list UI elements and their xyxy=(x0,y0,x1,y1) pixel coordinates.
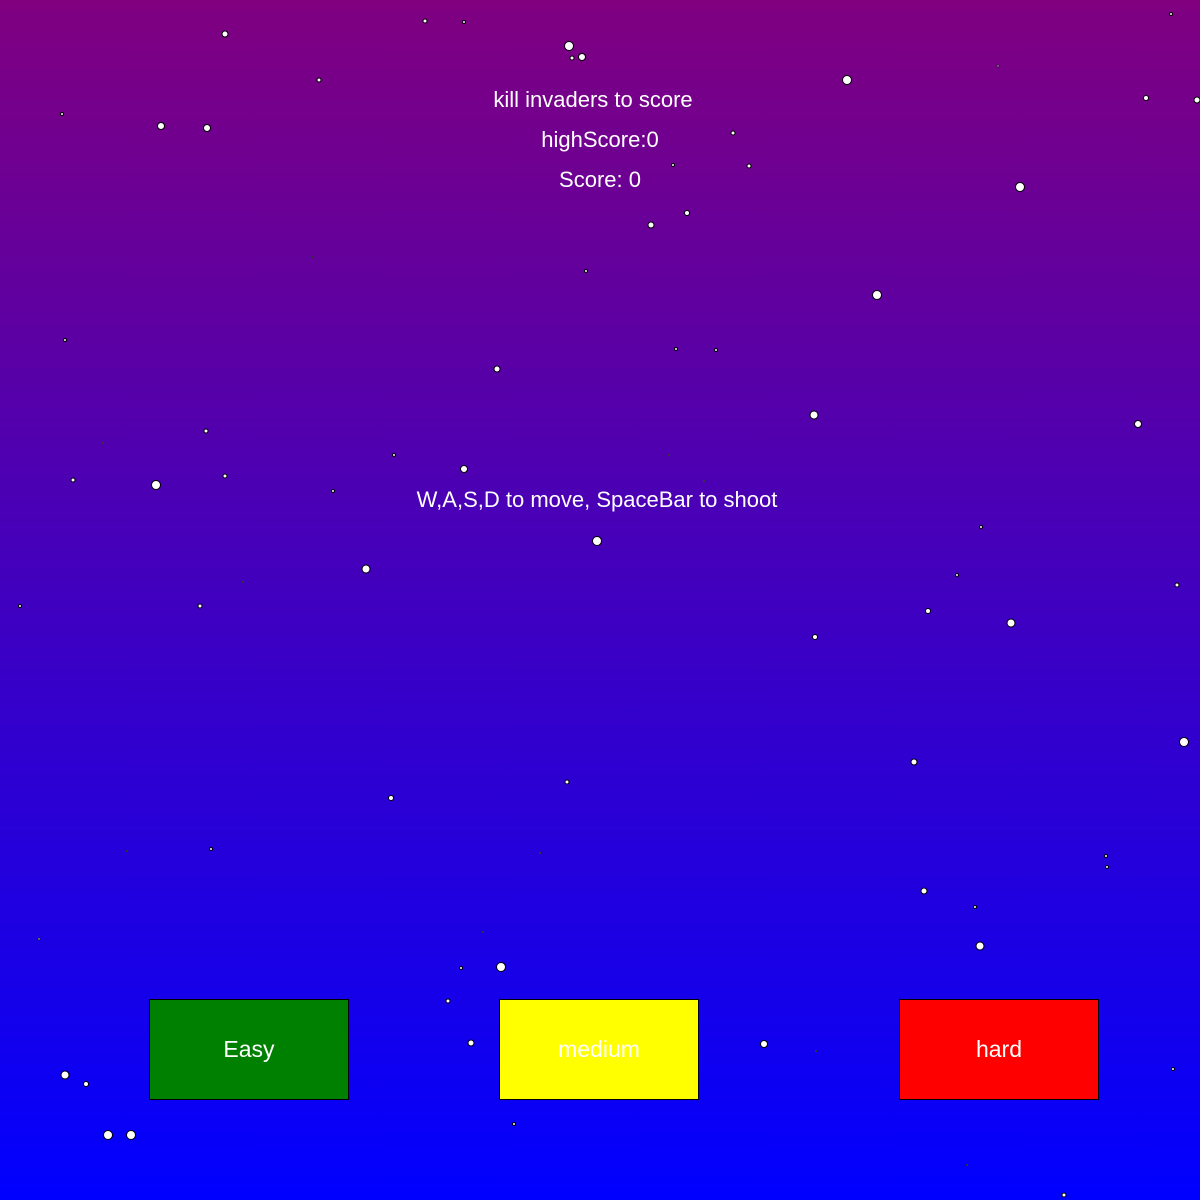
star xyxy=(760,1040,768,1048)
star xyxy=(37,937,41,941)
star xyxy=(564,779,570,785)
star xyxy=(203,428,209,434)
star xyxy=(197,603,203,609)
star xyxy=(241,580,245,584)
medium-button-label: medium xyxy=(558,1036,640,1062)
star xyxy=(101,441,105,445)
star xyxy=(481,930,485,934)
star xyxy=(83,1081,89,1087)
star xyxy=(1193,96,1200,104)
star xyxy=(647,221,655,229)
star xyxy=(920,887,928,895)
star xyxy=(702,479,706,483)
star xyxy=(63,338,67,342)
star xyxy=(910,758,918,766)
star xyxy=(1061,1192,1067,1198)
star xyxy=(564,41,574,51)
star xyxy=(872,290,882,300)
controls-instructions: W,A,S,D to move, SpaceBar to shoot xyxy=(416,487,778,512)
star xyxy=(538,851,542,855)
star xyxy=(388,795,394,801)
easy-button-label: Easy xyxy=(223,1036,275,1062)
star xyxy=(1171,1067,1175,1071)
star xyxy=(493,365,501,373)
star xyxy=(925,608,931,614)
star xyxy=(18,604,22,608)
star xyxy=(809,410,819,420)
star xyxy=(975,941,985,951)
score-text: Score: 0 xyxy=(559,167,641,192)
star xyxy=(955,573,959,577)
star xyxy=(459,966,463,970)
star xyxy=(316,77,322,83)
star xyxy=(1105,865,1109,869)
star xyxy=(979,525,983,529)
star xyxy=(221,30,229,38)
star xyxy=(667,453,671,457)
star xyxy=(1104,854,1108,858)
star xyxy=(496,962,506,972)
star xyxy=(578,53,586,61)
star xyxy=(674,347,678,351)
easy-button[interactable]: Easy xyxy=(149,999,349,1100)
star xyxy=(996,64,1000,68)
star xyxy=(60,1070,70,1080)
star xyxy=(965,1163,969,1167)
star xyxy=(1179,737,1189,747)
star xyxy=(814,1049,818,1053)
star xyxy=(714,348,718,352)
hard-button[interactable]: hard xyxy=(899,999,1099,1100)
game-canvas[interactable]: kill invaders to score highScore:0 Score… xyxy=(0,0,1200,1200)
hard-button-label: hard xyxy=(975,1036,1023,1062)
star xyxy=(1006,618,1016,628)
star xyxy=(445,998,451,1004)
medium-button[interactable]: medium xyxy=(499,999,699,1100)
star xyxy=(467,1039,475,1047)
star xyxy=(512,1122,516,1126)
star xyxy=(70,477,76,483)
objective-text: kill invaders to score xyxy=(493,87,693,112)
star xyxy=(584,269,588,273)
star xyxy=(1169,12,1173,16)
star xyxy=(126,1130,136,1140)
star xyxy=(392,453,396,457)
star xyxy=(592,536,602,546)
star xyxy=(222,473,228,479)
star xyxy=(460,465,468,473)
star xyxy=(973,905,977,909)
star xyxy=(310,255,314,259)
star xyxy=(842,75,852,85)
star xyxy=(1134,420,1142,428)
star xyxy=(103,1130,113,1140)
star xyxy=(1174,582,1180,588)
star xyxy=(812,634,818,640)
star xyxy=(422,18,428,24)
star xyxy=(125,849,129,853)
high-score-text: highScore:0 xyxy=(541,127,659,152)
star xyxy=(684,210,690,216)
star xyxy=(462,20,466,24)
star xyxy=(569,55,575,61)
star xyxy=(209,847,213,851)
star xyxy=(361,564,371,574)
